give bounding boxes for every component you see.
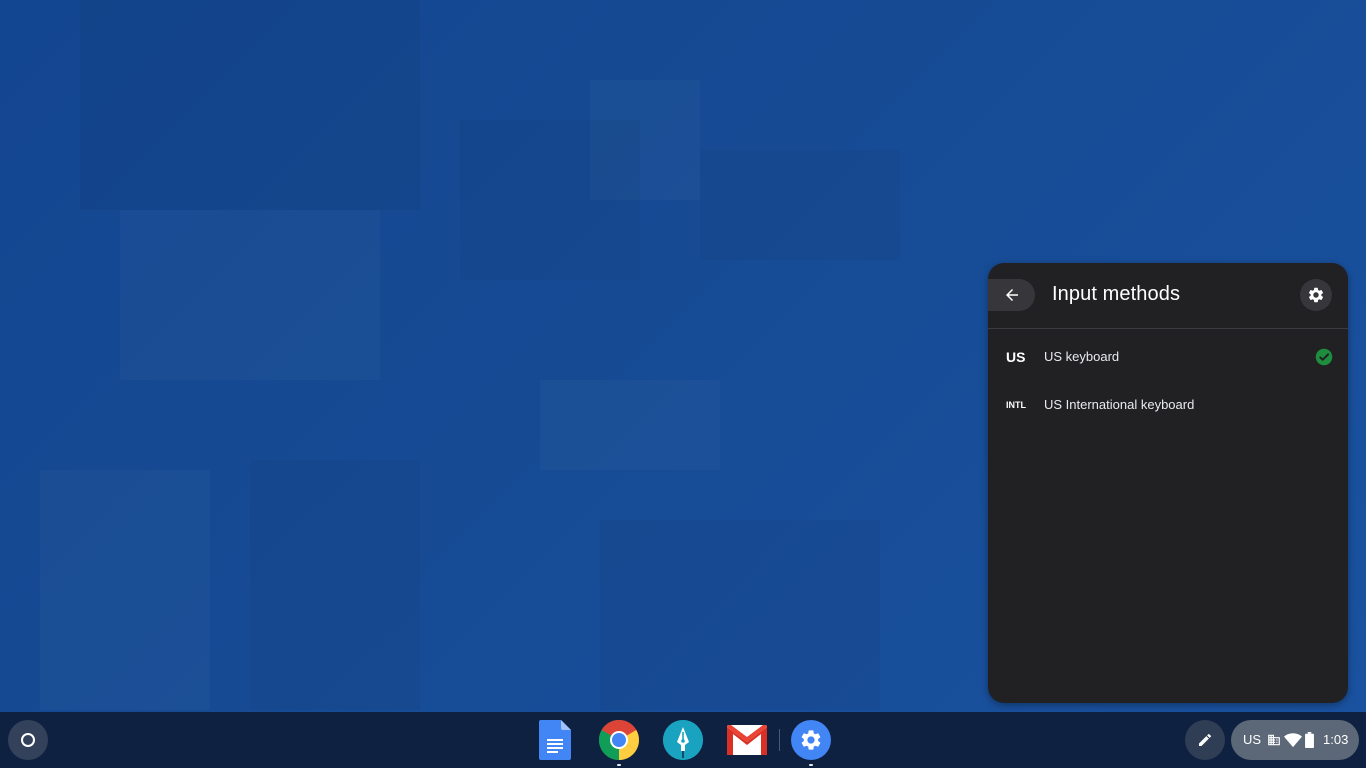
ime-label: US keyboard	[1044, 349, 1120, 364]
app-chrome[interactable]	[599, 720, 639, 766]
launcher-circle-icon	[21, 733, 35, 747]
status-ime-label: US	[1243, 732, 1262, 747]
gear-icon	[1308, 287, 1324, 303]
settings-app-icon	[791, 720, 831, 760]
back-button[interactable]	[988, 279, 1035, 311]
input-methods-panel: Input methods US US keyboard INTL US Int…	[988, 263, 1348, 703]
gmail-icon	[727, 725, 767, 755]
ime-settings-button[interactable]	[1300, 279, 1332, 311]
battery-icon	[1305, 732, 1314, 748]
ime-short-label: INTL	[1006, 400, 1026, 410]
wifi-icon	[1284, 733, 1302, 748]
docs-icon	[539, 720, 571, 760]
enterprise-icon	[1268, 734, 1280, 746]
clock-time: 1:03	[1323, 732, 1349, 747]
arrow-back-icon	[1005, 289, 1018, 301]
launcher-button[interactable]	[8, 720, 48, 760]
pen-app-icon	[663, 720, 703, 760]
app-pen[interactable]	[663, 720, 703, 760]
ime-row-us[interactable]: US US keyboard	[988, 333, 1348, 381]
panel-header: Input methods	[988, 263, 1348, 329]
app-gmail[interactable]	[727, 720, 767, 760]
stylus-tools-button[interactable]	[1185, 720, 1225, 760]
running-indicator	[617, 764, 621, 766]
shelf-divider	[779, 729, 780, 751]
check-circle-icon	[1315, 348, 1333, 366]
ime-label: US International keyboard	[1044, 397, 1195, 412]
ime-short-label: US	[1006, 349, 1026, 365]
app-docs[interactable]	[535, 720, 575, 760]
shelf: US 1:03	[0, 712, 1366, 768]
ime-row-intl[interactable]: INTL US International keyboard	[988, 381, 1348, 429]
running-indicator	[809, 764, 813, 766]
app-settings[interactable]	[791, 720, 831, 766]
panel-title: Input methods	[1052, 283, 1181, 305]
status-area-button[interactable]: US 1:03	[1231, 720, 1359, 760]
stylus-icon	[1199, 733, 1212, 746]
chrome-icon	[599, 720, 639, 760]
